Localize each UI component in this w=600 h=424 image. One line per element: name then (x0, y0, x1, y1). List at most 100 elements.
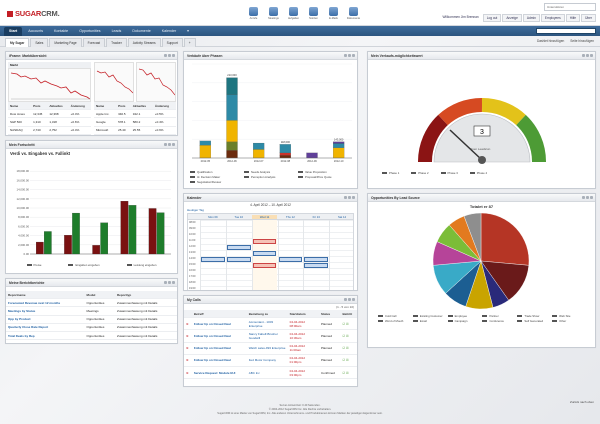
dashboard-action-link[interactable]: Dashlet hinzufügen (537, 39, 564, 43)
table-cell[interactable]: Forecasted Revenue next 12 months (6, 298, 85, 308)
bar-eingaben-eingeben[interactable] (100, 222, 109, 255)
calendar-day-header[interactable]: Mon 09 (200, 215, 226, 219)
column-header[interactable]: Preis (31, 102, 48, 111)
calendar-day-column[interactable] (303, 220, 329, 290)
calendar-day-column[interactable] (277, 220, 304, 290)
nav-tab[interactable]: Start (4, 27, 23, 36)
edit-icon[interactable] (582, 196, 585, 199)
column-header[interactable]: Betreff (191, 310, 247, 319)
table-cell[interactable]: Accountant - 1003 Enterprise (246, 317, 288, 331)
dashboard-tab[interactable]: Forecast (82, 38, 106, 47)
calendar-day-header[interactable]: Tue 10 (226, 215, 252, 219)
table-cell[interactable]: Follow Up on Closed Deal (191, 342, 247, 355)
edit-icon[interactable] (344, 298, 347, 301)
stacked-bar-segment[interactable] (199, 140, 211, 146)
calendar-event[interactable] (226, 256, 251, 262)
bar-preise[interactable] (120, 200, 129, 255)
stacked-bar-segment[interactable] (279, 155, 291, 159)
pie-slice-cold-call[interactable] (480, 212, 530, 266)
stacked-bar-segment[interactable] (226, 94, 238, 121)
column-header[interactable]: Preis (116, 102, 131, 111)
stacked-bar-segment[interactable] (306, 152, 318, 159)
table-cell[interactable]: ABC Inc (246, 366, 288, 380)
dashboard-tab[interactable]: Support (161, 38, 183, 47)
refresh-icon[interactable] (168, 54, 171, 57)
accept-controls[interactable]: ☑ ☒ (340, 354, 357, 367)
column-header[interactable]: Änderung (152, 102, 176, 111)
top-link[interactable]: Anzeige (502, 14, 522, 22)
bar-eingaben-eingeben[interactable] (43, 231, 52, 255)
close-icon[interactable] (172, 143, 175, 146)
column-header[interactable]: Startdatum (287, 310, 319, 319)
top-link[interactable]: Admin (522, 14, 540, 22)
refresh-icon[interactable] (348, 54, 351, 57)
refresh-icon[interactable] (168, 143, 171, 146)
dashboard-tab[interactable]: Marketing Page (49, 38, 82, 47)
bar-preise[interactable] (64, 235, 72, 255)
table-cell[interactable]: Total Deals by Rep (6, 331, 85, 341)
quick-create-calendar-icon[interactable]: Meetings (266, 3, 281, 20)
quick-create-phone-icon[interactable]: Anrufe (246, 3, 261, 20)
refresh-icon[interactable] (168, 281, 171, 284)
table-cell[interactable]: Fed Motor Company (246, 354, 288, 367)
close-call-icon[interactable]: ⊗ (184, 342, 192, 355)
column-header[interactable]: Name (94, 102, 117, 111)
calendar-event[interactable] (252, 250, 277, 256)
table-cell[interactable]: Meetings by Status (6, 306, 85, 316)
edit-icon[interactable] (582, 54, 585, 57)
column-header[interactable]: Modul (84, 291, 116, 300)
stacked-bar-segment[interactable] (333, 147, 345, 159)
calendar-day-header[interactable]: Wed 11 (251, 215, 278, 219)
column-header[interactable]: Reportname (6, 291, 85, 300)
accept-controls[interactable]: ☑ ☒ (340, 329, 357, 343)
nav-tab[interactable]: Dokumente (127, 27, 155, 36)
nav-tab[interactable]: Leads (107, 27, 127, 36)
column-header[interactable]: Änderung (68, 102, 91, 111)
close-call-icon[interactable]: ⊗ (184, 317, 192, 331)
close-icon[interactable] (172, 54, 175, 57)
stacked-bar-segment[interactable] (279, 152, 291, 156)
bar-preise[interactable] (36, 241, 44, 255)
calendar-event[interactable] (226, 244, 251, 250)
table-cell[interactable]: Service Request: Module EUI (191, 366, 247, 380)
calendar-event[interactable] (252, 238, 277, 244)
bar-eingaben-eingeben[interactable] (156, 212, 165, 255)
nav-tab[interactable]: Accounts (23, 27, 48, 36)
bar-eingaben-eingeben[interactable] (128, 205, 137, 255)
close-call-icon[interactable]: ⊗ (184, 354, 192, 367)
calendar-event[interactable] (278, 256, 303, 262)
table-cell[interactable]: Nancy Fabelf-Brusher Goodwill (246, 329, 288, 343)
quick-create-note-icon[interactable]: Notizen (306, 3, 321, 20)
stacked-bar-segment[interactable] (253, 142, 265, 150)
edit-icon[interactable] (164, 281, 167, 284)
edit-icon[interactable] (164, 54, 167, 57)
calendar-event[interactable] (304, 262, 329, 268)
stacked-bar-segment[interactable] (226, 77, 238, 95)
close-icon[interactable] (352, 196, 355, 199)
edit-icon[interactable] (164, 143, 167, 146)
refresh-icon[interactable] (348, 196, 351, 199)
top-link[interactable]: Employees (540, 14, 565, 22)
column-header[interactable]: Aktuelles (130, 102, 153, 111)
top-link[interactable]: Hilfe (565, 14, 581, 22)
bar-preise[interactable] (92, 245, 101, 255)
nav-tab[interactable]: Kalender (157, 27, 181, 36)
quick-create-task-icon[interactable]: Aufgaben (286, 3, 301, 20)
table-cell[interactable]: Follow Up on Closed Deal (191, 354, 247, 367)
close-icon[interactable] (352, 298, 355, 301)
accept-controls[interactable]: ☑ ☒ (340, 317, 357, 331)
calendar-event[interactable] (201, 256, 225, 262)
column-header[interactable]: Beziehung zu (246, 310, 288, 319)
stacked-bar-segment[interactable] (279, 144, 291, 153)
today-link[interactable]: Heutiger Tag (184, 208, 357, 212)
stacked-bar-segment[interactable] (253, 149, 265, 159)
calendar-event[interactable] (304, 256, 329, 262)
calendar-event[interactable] (252, 262, 277, 268)
sugarcrm-logo[interactable]: SUGARCRM. (7, 9, 60, 18)
calendar-day-column[interactable] (329, 220, 355, 290)
calendar-day-header[interactable]: Thu 12 (278, 215, 304, 219)
stacked-bar-segment[interactable] (333, 143, 345, 148)
accept-controls[interactable]: ☑ ☒ (340, 366, 357, 380)
calendar-day-column[interactable] (200, 220, 226, 290)
dashboard-tab[interactable]: My Sugar (5, 38, 30, 47)
